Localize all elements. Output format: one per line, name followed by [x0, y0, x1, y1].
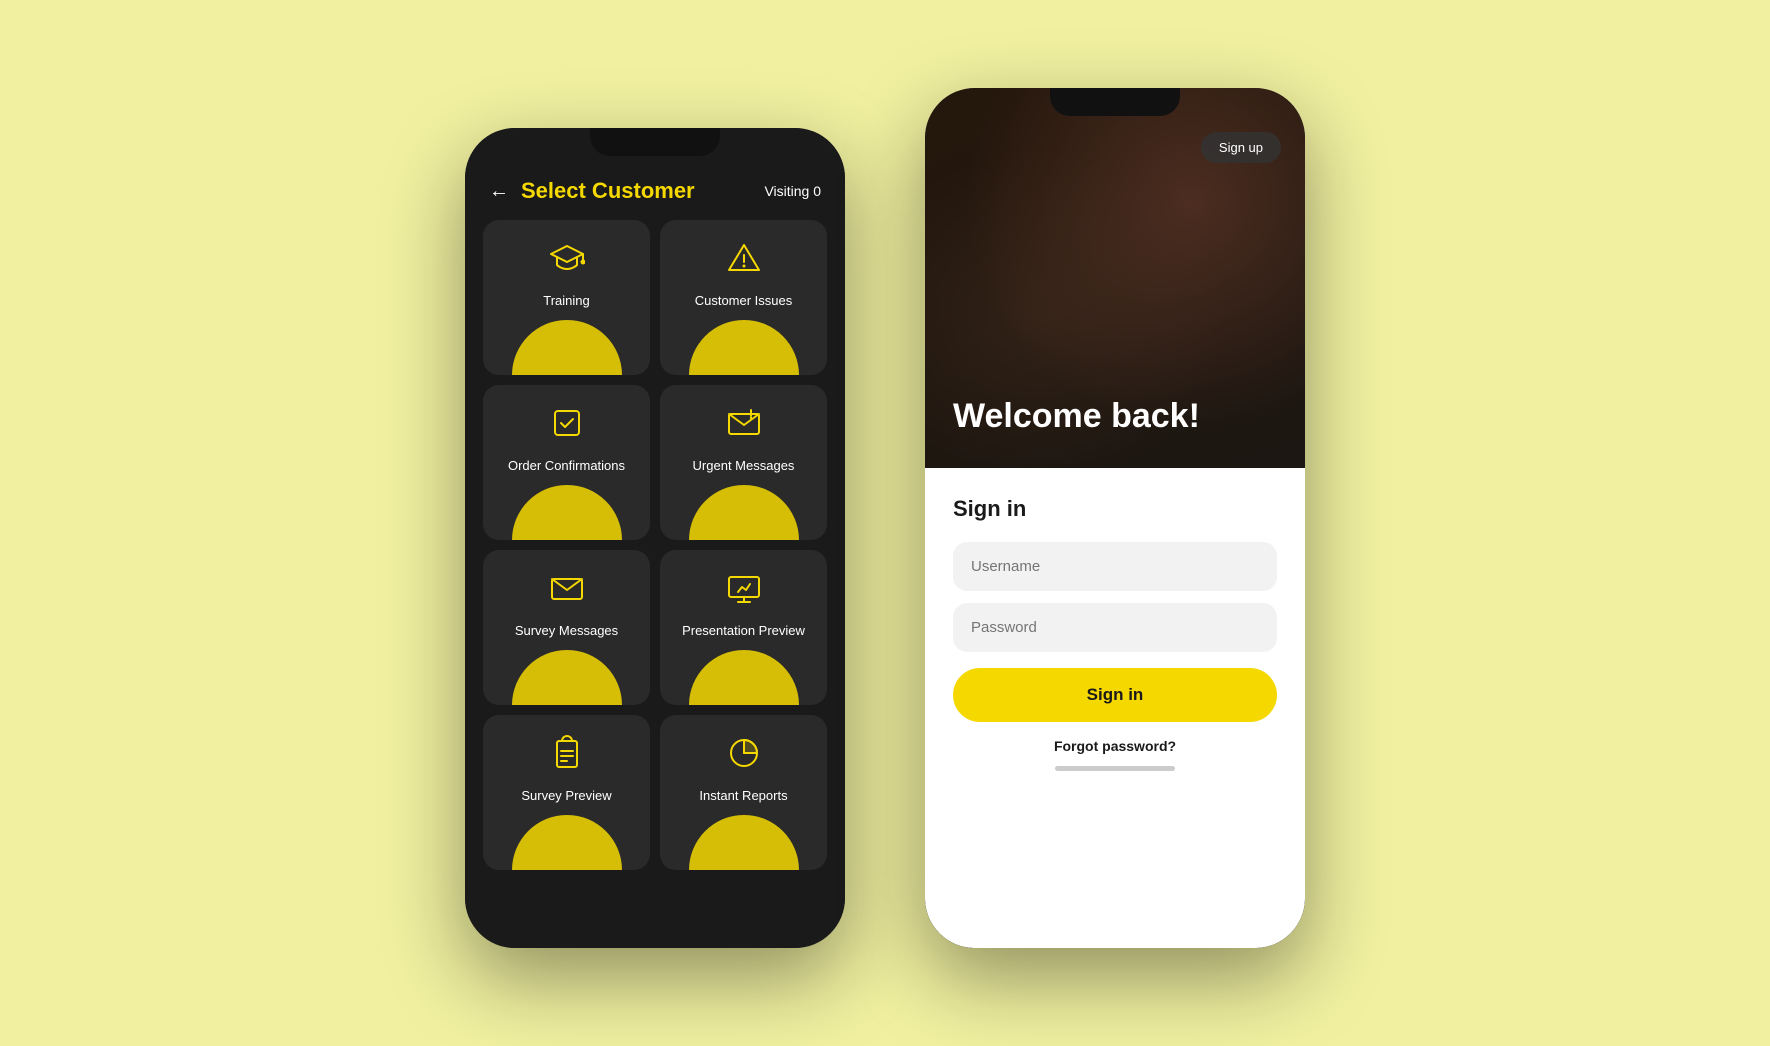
signin-button[interactable]: Sign in — [953, 668, 1277, 722]
grid-item-instant-reports[interactable]: Instant Reports — [660, 715, 827, 870]
password-input[interactable] — [953, 603, 1277, 652]
survey-messages-semicircle — [495, 655, 638, 705]
grid-item-survey-preview[interactable]: Survey Preview — [483, 715, 650, 870]
survey-preview-label: Survey Preview — [521, 788, 611, 805]
screen-right: Sign up Welcome back! Sign in Sign in Fo… — [925, 88, 1305, 948]
envelope-icon — [549, 570, 585, 611]
grid-item-training[interactable]: Training — [483, 220, 650, 375]
notch-left — [590, 128, 720, 156]
signin-section: Sign in Sign in Forgot password? — [925, 468, 1305, 948]
forgot-password-link[interactable]: Forgot password? — [953, 738, 1277, 754]
phone-left: ← Select Customer Visiting 0 — [465, 128, 845, 948]
signup-button[interactable]: Sign up — [1201, 132, 1281, 163]
username-input[interactable] — [953, 542, 1277, 591]
select-customer-title: Select Customer — [521, 178, 695, 204]
graduation-cap-icon — [549, 240, 585, 281]
screen-left: ← Select Customer Visiting 0 — [465, 128, 845, 948]
grid-item-presentation-preview[interactable]: Presentation Preview — [660, 550, 827, 705]
envelope-exclaim-icon — [726, 405, 762, 446]
monitor-icon — [726, 570, 762, 611]
urgent-messages-semicircle — [672, 490, 815, 540]
customer-issues-semicircle — [672, 325, 815, 375]
grid-item-order-confirmations[interactable]: Order Confirmations — [483, 385, 650, 540]
welcome-text: Welcome back! — [953, 397, 1200, 436]
header-row: ← Select Customer Visiting 0 — [465, 168, 845, 220]
scene: ← Select Customer Visiting 0 — [0, 0, 1770, 1046]
survey-preview-semicircle — [495, 820, 638, 870]
presentation-preview-label: Presentation Preview — [682, 623, 805, 640]
grid-item-survey-messages[interactable]: Survey Messages — [483, 550, 650, 705]
order-confirmations-semicircle — [495, 490, 638, 540]
instant-reports-semicircle — [672, 820, 815, 870]
hero-section: Sign up Welcome back! — [925, 88, 1305, 468]
survey-messages-label: Survey Messages — [515, 623, 618, 640]
notch-right — [1050, 88, 1180, 116]
grid-item-urgent-messages[interactable]: Urgent Messages — [660, 385, 827, 540]
clipboard-icon — [549, 735, 585, 776]
pie-chart-icon — [726, 735, 762, 776]
signin-title: Sign in — [953, 496, 1277, 522]
alert-triangle-icon — [726, 240, 762, 281]
checkbox-icon — [549, 405, 585, 446]
presentation-preview-semicircle — [672, 655, 815, 705]
customer-issues-label: Customer Issues — [695, 293, 793, 310]
grid-container: Training Customer Issues — [465, 220, 845, 870]
grid-item-customer-issues[interactable]: Customer Issues — [660, 220, 827, 375]
training-semicircle — [495, 325, 638, 375]
phone-right: Sign up Welcome back! Sign in Sign in Fo… — [925, 88, 1305, 948]
urgent-messages-label: Urgent Messages — [693, 458, 795, 475]
order-confirmations-label: Order Confirmations — [508, 458, 625, 475]
home-indicator — [1055, 766, 1175, 771]
instant-reports-label: Instant Reports — [699, 788, 787, 805]
visiting-badge: Visiting 0 — [764, 183, 821, 199]
back-button[interactable]: ← — [489, 180, 509, 203]
training-label: Training — [543, 293, 589, 310]
